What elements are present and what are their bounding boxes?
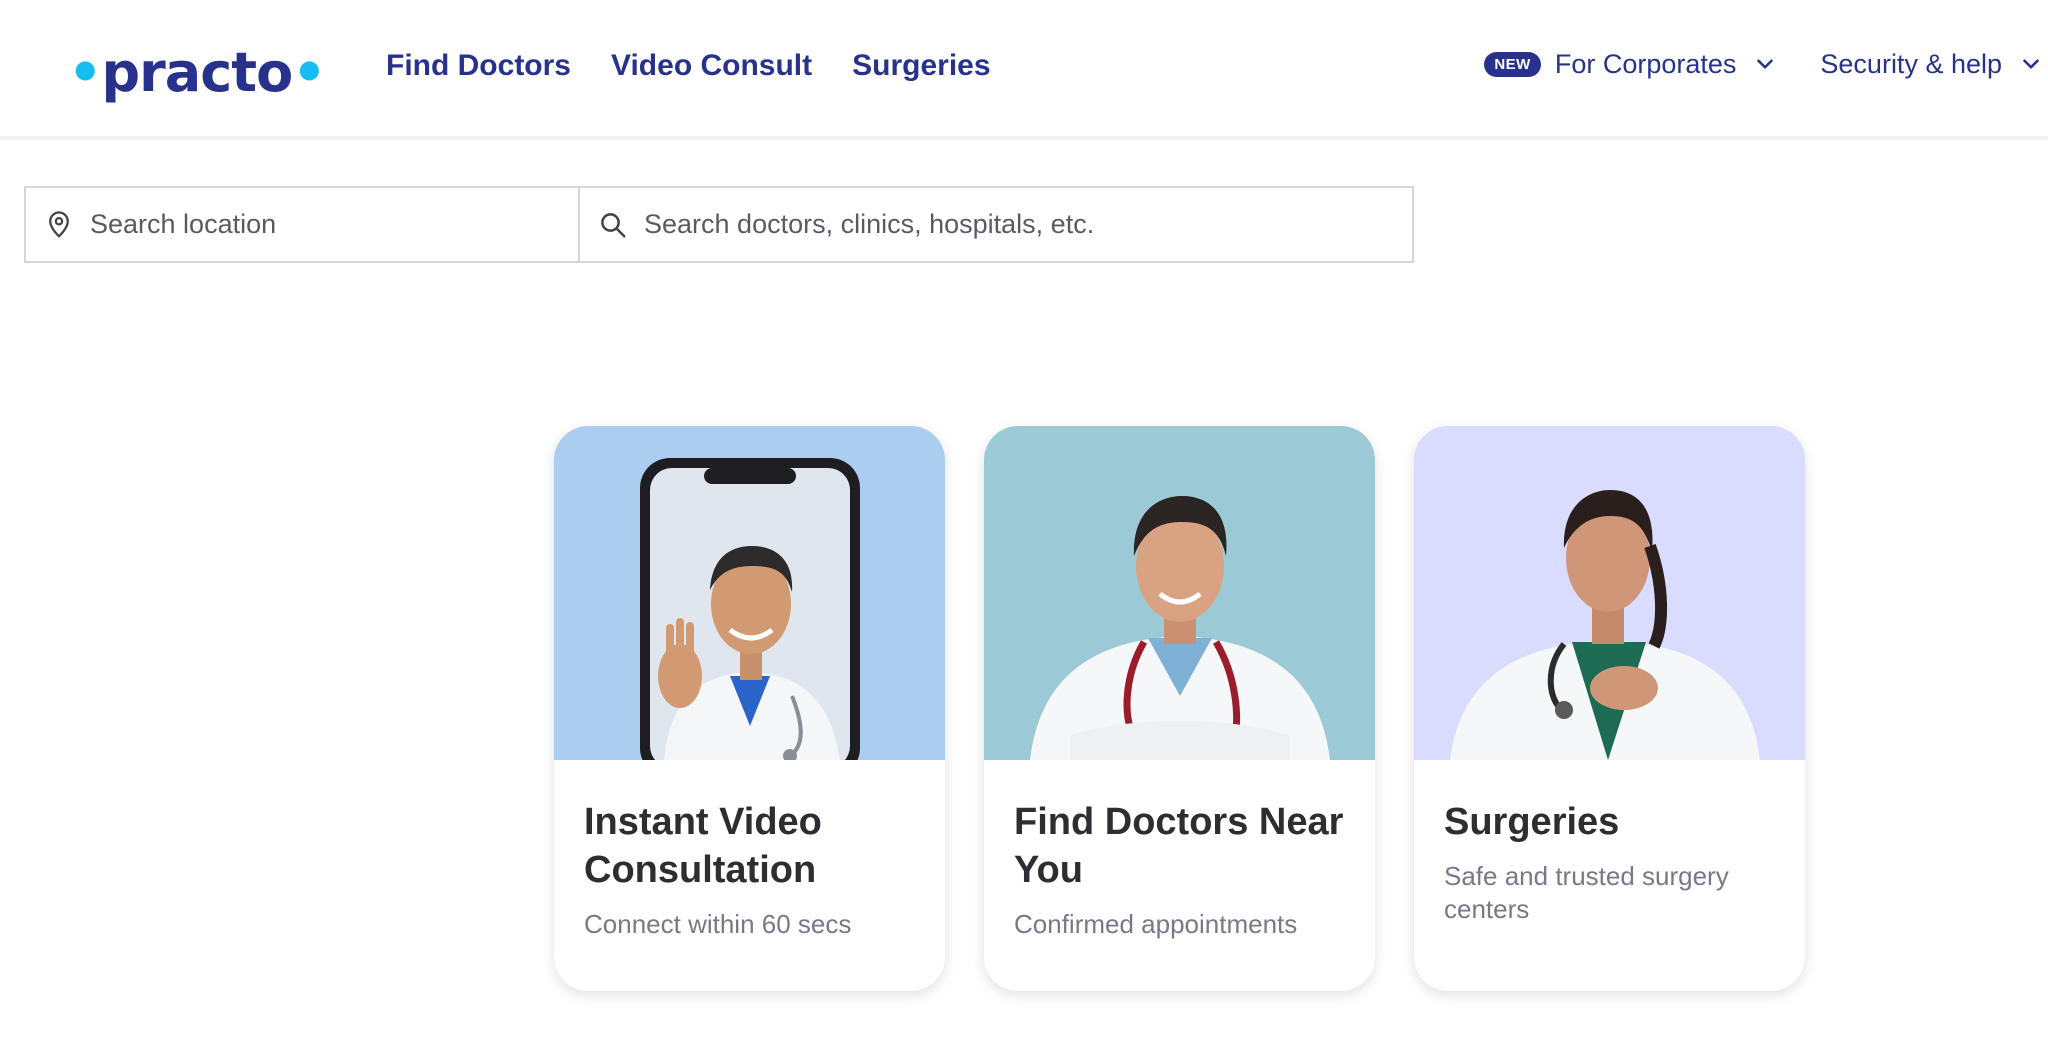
surgeon-illustration: [1450, 490, 1760, 760]
card-title: Find Doctors Near You: [1014, 801, 1344, 891]
card-surgeries[interactable]: Surgeries Safe and trusted surgery cente…: [1414, 426, 1805, 991]
top-header: • practo • Find Doctors Video Consult Surg…: [0, 0, 2048, 140]
card-subtitle: Confirmed appointments: [1014, 909, 1298, 939]
location-search[interactable]: [26, 188, 580, 261]
practo-logo[interactable]: • practo •: [68, 38, 327, 108]
card-subtitle: Connect within 60 secs: [584, 909, 852, 939]
card-image-female-doctor: [984, 426, 1375, 760]
logo-text: practo: [101, 41, 294, 104]
search-icon: [601, 212, 626, 237]
new-badge: NEW: [1484, 51, 1541, 77]
card-subtitle: Safe and trusted surgery centers: [1444, 861, 1729, 924]
card-title: Surgeries: [1444, 801, 1620, 843]
location-pin-icon: [49, 210, 69, 238]
card-image-surgeon: [1414, 426, 1805, 760]
main-nav: Find Doctors Video Consult Surgeries: [386, 42, 991, 90]
card-video-consultation[interactable]: Instant Video Consultation Connect withi…: [554, 426, 945, 991]
security-help-dropdown[interactable]: Security & help: [1820, 40, 2044, 88]
nav-surgeries[interactable]: Surgeries: [852, 42, 990, 90]
nav-video-consult[interactable]: Video Consult: [611, 42, 812, 90]
for-corporates-label: For Corporates: [1554, 48, 1737, 79]
doctor-search[interactable]: [580, 188, 1412, 261]
chevron-down-icon: [2023, 59, 2039, 69]
nav-find-doctors[interactable]: Find Doctors: [386, 42, 571, 90]
card-find-doctors[interactable]: Find Doctors Near You Confirmed appointm…: [984, 426, 1375, 991]
chevron-down-icon: [1757, 59, 1774, 69]
search-bar: [24, 186, 1414, 263]
security-help-label: Security & help: [1820, 48, 2002, 79]
for-corporates-dropdown[interactable]: NEW For Corporates: [1484, 40, 1778, 88]
card-image-video-doctor: [554, 426, 945, 760]
right-nav: NEW For Corporates Security & help: [1484, 40, 2044, 88]
doctor-search-input[interactable]: [644, 209, 1412, 240]
phone-doctor-illustration: [640, 458, 860, 760]
female-doctor-illustration: [1030, 496, 1330, 760]
card-title: Instant Video Consultation: [584, 801, 822, 891]
location-input[interactable]: [90, 209, 578, 240]
